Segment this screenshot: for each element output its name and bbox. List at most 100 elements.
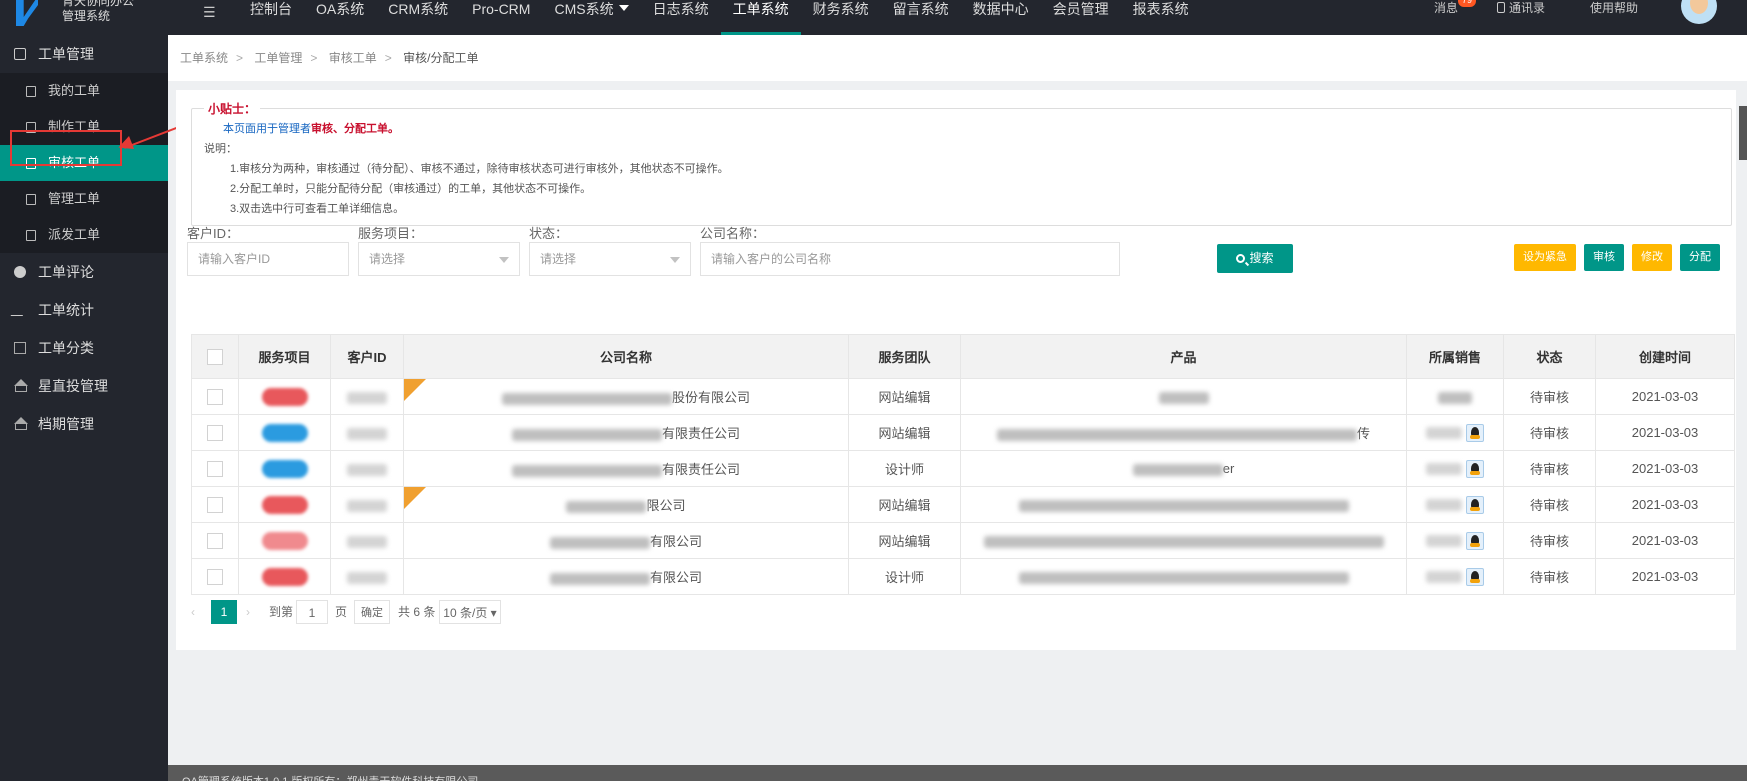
service-select-value: 请选择 [369,252,406,266]
company-name-suffix: 有限公司 [649,534,702,549]
nav-item-oa[interactable]: OA系统 [304,0,376,35]
row-checkbox[interactable] [207,532,223,549]
help-link[interactable]: 使用帮助 [1590,0,1638,16]
table-row[interactable]: 限公司 网站编辑 待审核 2021-03-03 [191,486,1735,523]
nav-item-reports[interactable]: 报表系统 [1121,0,1201,35]
created-cell: 2021-03-03 [1595,414,1735,451]
nav-item-finance[interactable]: 财务系统 [801,0,881,35]
sidebar-item-dispatch-ticket[interactable]: 派发工单 [0,217,168,253]
product-cell [960,558,1407,595]
next-page-icon[interactable]: › [246,600,260,624]
nav-item-data-center[interactable]: 数据中心 [961,0,1041,35]
total-count: 共 6 条 [398,605,436,619]
sidebar-group-direct-delivery[interactable]: 星直投管理 [0,367,168,405]
table-row[interactable]: 有限公司 设计师 待审核 2021-03-03 [191,558,1735,595]
header-sales[interactable]: 所属销售 [1406,334,1504,379]
product-cell [960,522,1407,559]
review-button[interactable]: 审核 [1584,244,1624,271]
breadcrumb-item[interactable]: 工单管理 [254,51,302,65]
row-checkbox[interactable] [207,460,223,477]
service-select[interactable]: 请选择 [358,242,520,276]
table-row[interactable]: 股份有限公司 网站编辑 待审核 2021-03-03 [191,378,1735,415]
header-status[interactable]: 状态 [1503,334,1596,379]
sidebar-item-my-tickets[interactable]: 我的工单 [0,73,168,109]
header-product[interactable]: 产品 [960,334,1407,379]
row-checkbox[interactable] [207,388,223,405]
goto-page-input[interactable]: 1 [296,600,328,624]
service-cell [238,450,331,487]
select-all-checkbox[interactable] [207,348,223,365]
qq-icon[interactable] [1466,495,1484,514]
sidebar-group-schedule[interactable]: 档期管理 [0,405,168,443]
sidebar-group-label: 工单统计 [38,302,94,318]
header-service[interactable]: 服务项目 [238,334,331,379]
nav-item-pro-crm[interactable]: Pro-CRM [460,0,542,35]
qq-icon[interactable] [1466,567,1484,586]
user-avatar[interactable] [1681,0,1717,24]
breadcrumb-item[interactable]: 审核工单 [329,51,377,65]
nav-item-log[interactable]: 日志系统 [641,0,721,35]
nav-item-crm[interactable]: CRM系统 [376,0,460,35]
sidebar-group-statistics[interactable]: 工单统计 [0,291,168,329]
page-size-value: 10 条/页 [443,606,488,620]
breadcrumb-item[interactable]: 工单系统 [180,51,228,65]
contacts-link[interactable]: 通讯录 [1497,0,1545,16]
assign-button[interactable]: 分配 [1680,244,1720,271]
prev-page-icon[interactable]: ‹ [191,600,207,624]
table-row[interactable]: 有限责任公司 网站编辑 传 待审核 2021-03-03 [191,414,1735,451]
table-header-row: 服务项目 客户ID 公司名称 服务团队 产品 所属销售 状态 创建时间 [191,334,1735,379]
row-checkbox[interactable] [207,424,223,441]
nav-item-console[interactable]: 控制台 [238,0,304,35]
header-created[interactable]: 创建时间 [1595,334,1735,379]
service-tag [261,423,308,442]
sidebar-group-ticket-management[interactable]: 工单管理 [0,35,168,73]
status-cell: 待审核 [1503,558,1596,595]
header-company[interactable]: 公司名称 [403,334,849,379]
qq-icon[interactable] [1466,459,1484,478]
goto-confirm-button[interactable]: 确定 [354,600,390,624]
table-row[interactable]: 有限责任公司 设计师 er 待审核 2021-03-03 [191,450,1735,487]
qq-icon[interactable] [1466,423,1484,442]
sidebar-item-manage-ticket[interactable]: 管理工单 [0,181,168,217]
sales-cell [1406,414,1504,451]
redacted-text [347,571,387,584]
nav-item-message-board[interactable]: 留言系统 [881,0,961,35]
menu-toggle-icon[interactable]: ☰ [203,4,216,21]
company-input[interactable]: 请输入客户的公司名称 [700,242,1120,276]
messages-link[interactable]: 消息 79 [1434,0,1477,16]
scrollbar-handle[interactable] [1739,106,1747,160]
service-tag [261,495,308,514]
table-row[interactable]: 有限公司 网站编辑 待审核 2021-03-03 [191,522,1735,559]
sidebar-group-categories[interactable]: 工单分类 [0,329,168,367]
goto-label: 到第 [269,605,294,619]
nav-item-ticket[interactable]: 工单系统 [720,0,801,35]
edit-button[interactable]: 修改 [1632,244,1672,271]
service-tag [261,531,308,550]
status-cell: 待审核 [1503,414,1596,451]
customer-id-input[interactable]: 请输入客户ID [187,242,349,276]
sidebar-item-review-ticket[interactable]: 审核工单 [0,145,168,181]
logo[interactable]: 青天协同办公 管理系统 [0,0,168,35]
redacted-text [1426,462,1462,475]
status-cell: 待审核 [1503,522,1596,559]
nav-item-cms[interactable]: CMS系统 [542,0,640,35]
tips-intro: 本页面用于管理者审核、分配工单。 [223,120,399,136]
page-size-select[interactable]: 10 条/页 ▾ [439,600,501,624]
breadcrumb: 工单系统 > 工单管理 > 审核工单 > 审核/分配工单 [168,35,1747,81]
header-customer-id[interactable]: 客户ID [330,334,404,379]
nav-item-members[interactable]: 会员管理 [1041,0,1121,35]
service-tag [261,459,308,478]
redacted-text [511,464,662,477]
team-cell: 网站编辑 [848,414,961,451]
status-select[interactable]: 请选择 [529,242,691,276]
row-checkbox[interactable] [207,568,223,585]
set-urgent-button[interactable]: 设为紧急 [1514,244,1576,271]
company-cell: 有限责任公司 [403,414,849,451]
header-team[interactable]: 服务团队 [848,334,961,379]
sidebar-item-label: 派发工单 [48,227,101,242]
page-number-current[interactable]: 1 [211,600,237,624]
qq-icon[interactable] [1466,531,1484,550]
search-button[interactable]: 搜索 [1217,244,1293,273]
sidebar-group-comments[interactable]: 工单评论 [0,253,168,291]
row-checkbox[interactable] [207,496,223,513]
